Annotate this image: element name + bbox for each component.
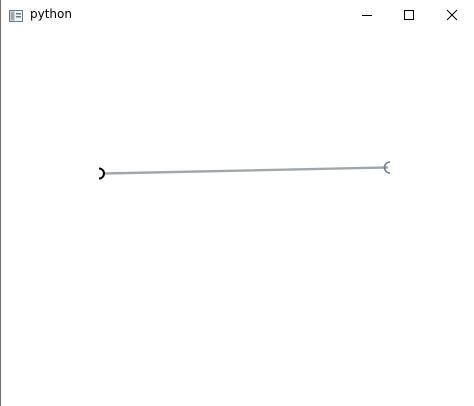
minimize-icon [362, 14, 372, 16]
close-icon [446, 9, 458, 20]
python-app-icon [9, 7, 23, 22]
maximize-button[interactable] [387, 0, 431, 29]
maximize-icon [404, 9, 414, 20]
window-title: python [30, 7, 72, 21]
title-bar[interactable]: python [1, 0, 474, 29]
canvas-svg [98, 161, 391, 180]
python-window: python [0, 0, 474, 406]
line-start-handle[interactable] [98, 167, 105, 180]
minimize-button[interactable] [345, 0, 389, 29]
close-button[interactable] [430, 0, 474, 29]
drawing-canvas[interactable] [1, 29, 474, 406]
line-segment[interactable] [102, 166, 389, 175]
